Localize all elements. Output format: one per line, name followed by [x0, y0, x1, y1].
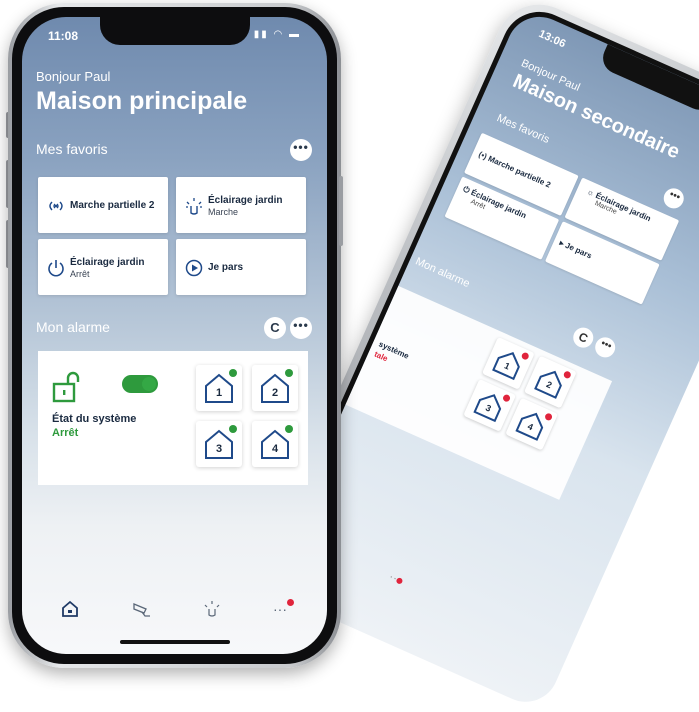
play-circle-icon — [185, 259, 203, 277]
favorite-card[interactable]: Marche partielle 2 — [38, 177, 168, 233]
unlocked-icon — [52, 371, 80, 403]
system-state: Arrêt — [52, 427, 79, 439]
zone-button[interactable]: 3 — [196, 421, 242, 467]
zone-status-dot — [229, 425, 237, 433]
favorites-title: Mes favoris — [494, 112, 552, 146]
favorite-label: Marche partielle 2 — [70, 200, 155, 211]
favorite-sub: Marche — [593, 200, 618, 216]
power-icon — [48, 260, 64, 277]
power-button — [339, 176, 343, 246]
main-phone: 11:08 ▮▮ ◠ ▬ Bonjour Paul Maison princip… — [8, 3, 341, 668]
system-label: État du système — [52, 413, 137, 425]
refresh-icon[interactable]: C — [570, 324, 597, 351]
favorite-card[interactable]: Je pars — [176, 239, 306, 295]
favorites-more-button[interactable]: ••• — [290, 139, 312, 161]
tab-more[interactable]: ··· — [268, 597, 294, 621]
camera-icon — [133, 603, 150, 617]
partial-arm-icon — [49, 201, 63, 211]
zone-number: 1 — [215, 387, 223, 399]
favorite-label: Éclairage jardin — [70, 257, 145, 268]
favorites-more-button[interactable]: ••• — [660, 185, 687, 212]
greeting: Bonjour Paul — [36, 69, 111, 84]
alarm-more-button[interactable]: ••• — [290, 317, 312, 339]
alarm-title: Mon alarme — [36, 319, 110, 335]
notification-dot — [287, 599, 294, 606]
alarm-panel: État du système Arrêt 1 2 3 4 — [38, 351, 308, 485]
secondary-phone: 13:06 ▮▮ ◠ ▭ Bonjour Paul Maison seconda… — [263, 0, 699, 712]
zone-button[interactable]: 4 — [252, 421, 298, 467]
zone-button[interactable]: 2 — [252, 365, 298, 411]
tab-home[interactable] — [58, 597, 82, 621]
favorite-label: Je pars — [563, 240, 594, 261]
favorite-card[interactable]: Éclairage jardin Marche — [176, 177, 306, 233]
more-icon: ··· — [273, 601, 287, 617]
zone-number: 4 — [271, 443, 279, 455]
status-icons: ▮▮ ◠ ▬ — [253, 29, 301, 40]
alarm-more-button[interactable]: ••• — [592, 334, 619, 361]
status-time: 11:08 — [48, 29, 79, 43]
notch — [99, 17, 250, 45]
tab-bar: ··· — [22, 597, 327, 627]
alarm-title: Mon alarme — [413, 255, 472, 291]
tab-lights[interactable] — [200, 597, 224, 621]
alarm-toggle[interactable] — [122, 375, 158, 393]
tab-camera[interactable] — [130, 597, 154, 621]
more-icon[interactable]: ·· — [387, 569, 405, 587]
refresh-button[interactable]: C — [264, 317, 286, 339]
favorites-title: Mes favoris — [36, 141, 108, 157]
favorite-label: Marche partielle 2 — [486, 153, 553, 190]
light-on-icon — [186, 198, 202, 215]
zone-number: 3 — [215, 443, 223, 455]
light-icon — [204, 601, 220, 617]
home-icon — [62, 600, 78, 617]
main-screen: 11:08 ▮▮ ◠ ▬ Bonjour Paul Maison princip… — [22, 17, 327, 654]
home-title[interactable]: Maison principale — [36, 87, 247, 116]
favorite-label: Je pars — [208, 262, 244, 273]
zone-button[interactable]: 1 — [196, 365, 242, 411]
zone-number: 2 — [271, 387, 279, 399]
favorite-sub: Arrêt — [70, 269, 90, 279]
favorite-card[interactable]: Éclairage jardin Arrêt — [38, 239, 168, 295]
zone-status-dot — [229, 369, 237, 377]
favorite-sub: Marche — [208, 207, 239, 217]
notch — [597, 43, 699, 115]
status-time: 13:06 — [536, 27, 568, 51]
zone-status-dot — [285, 425, 293, 433]
favorite-label: Éclairage jardin — [208, 195, 283, 206]
zone-status-dot — [285, 369, 293, 377]
home-indicator — [119, 640, 230, 644]
